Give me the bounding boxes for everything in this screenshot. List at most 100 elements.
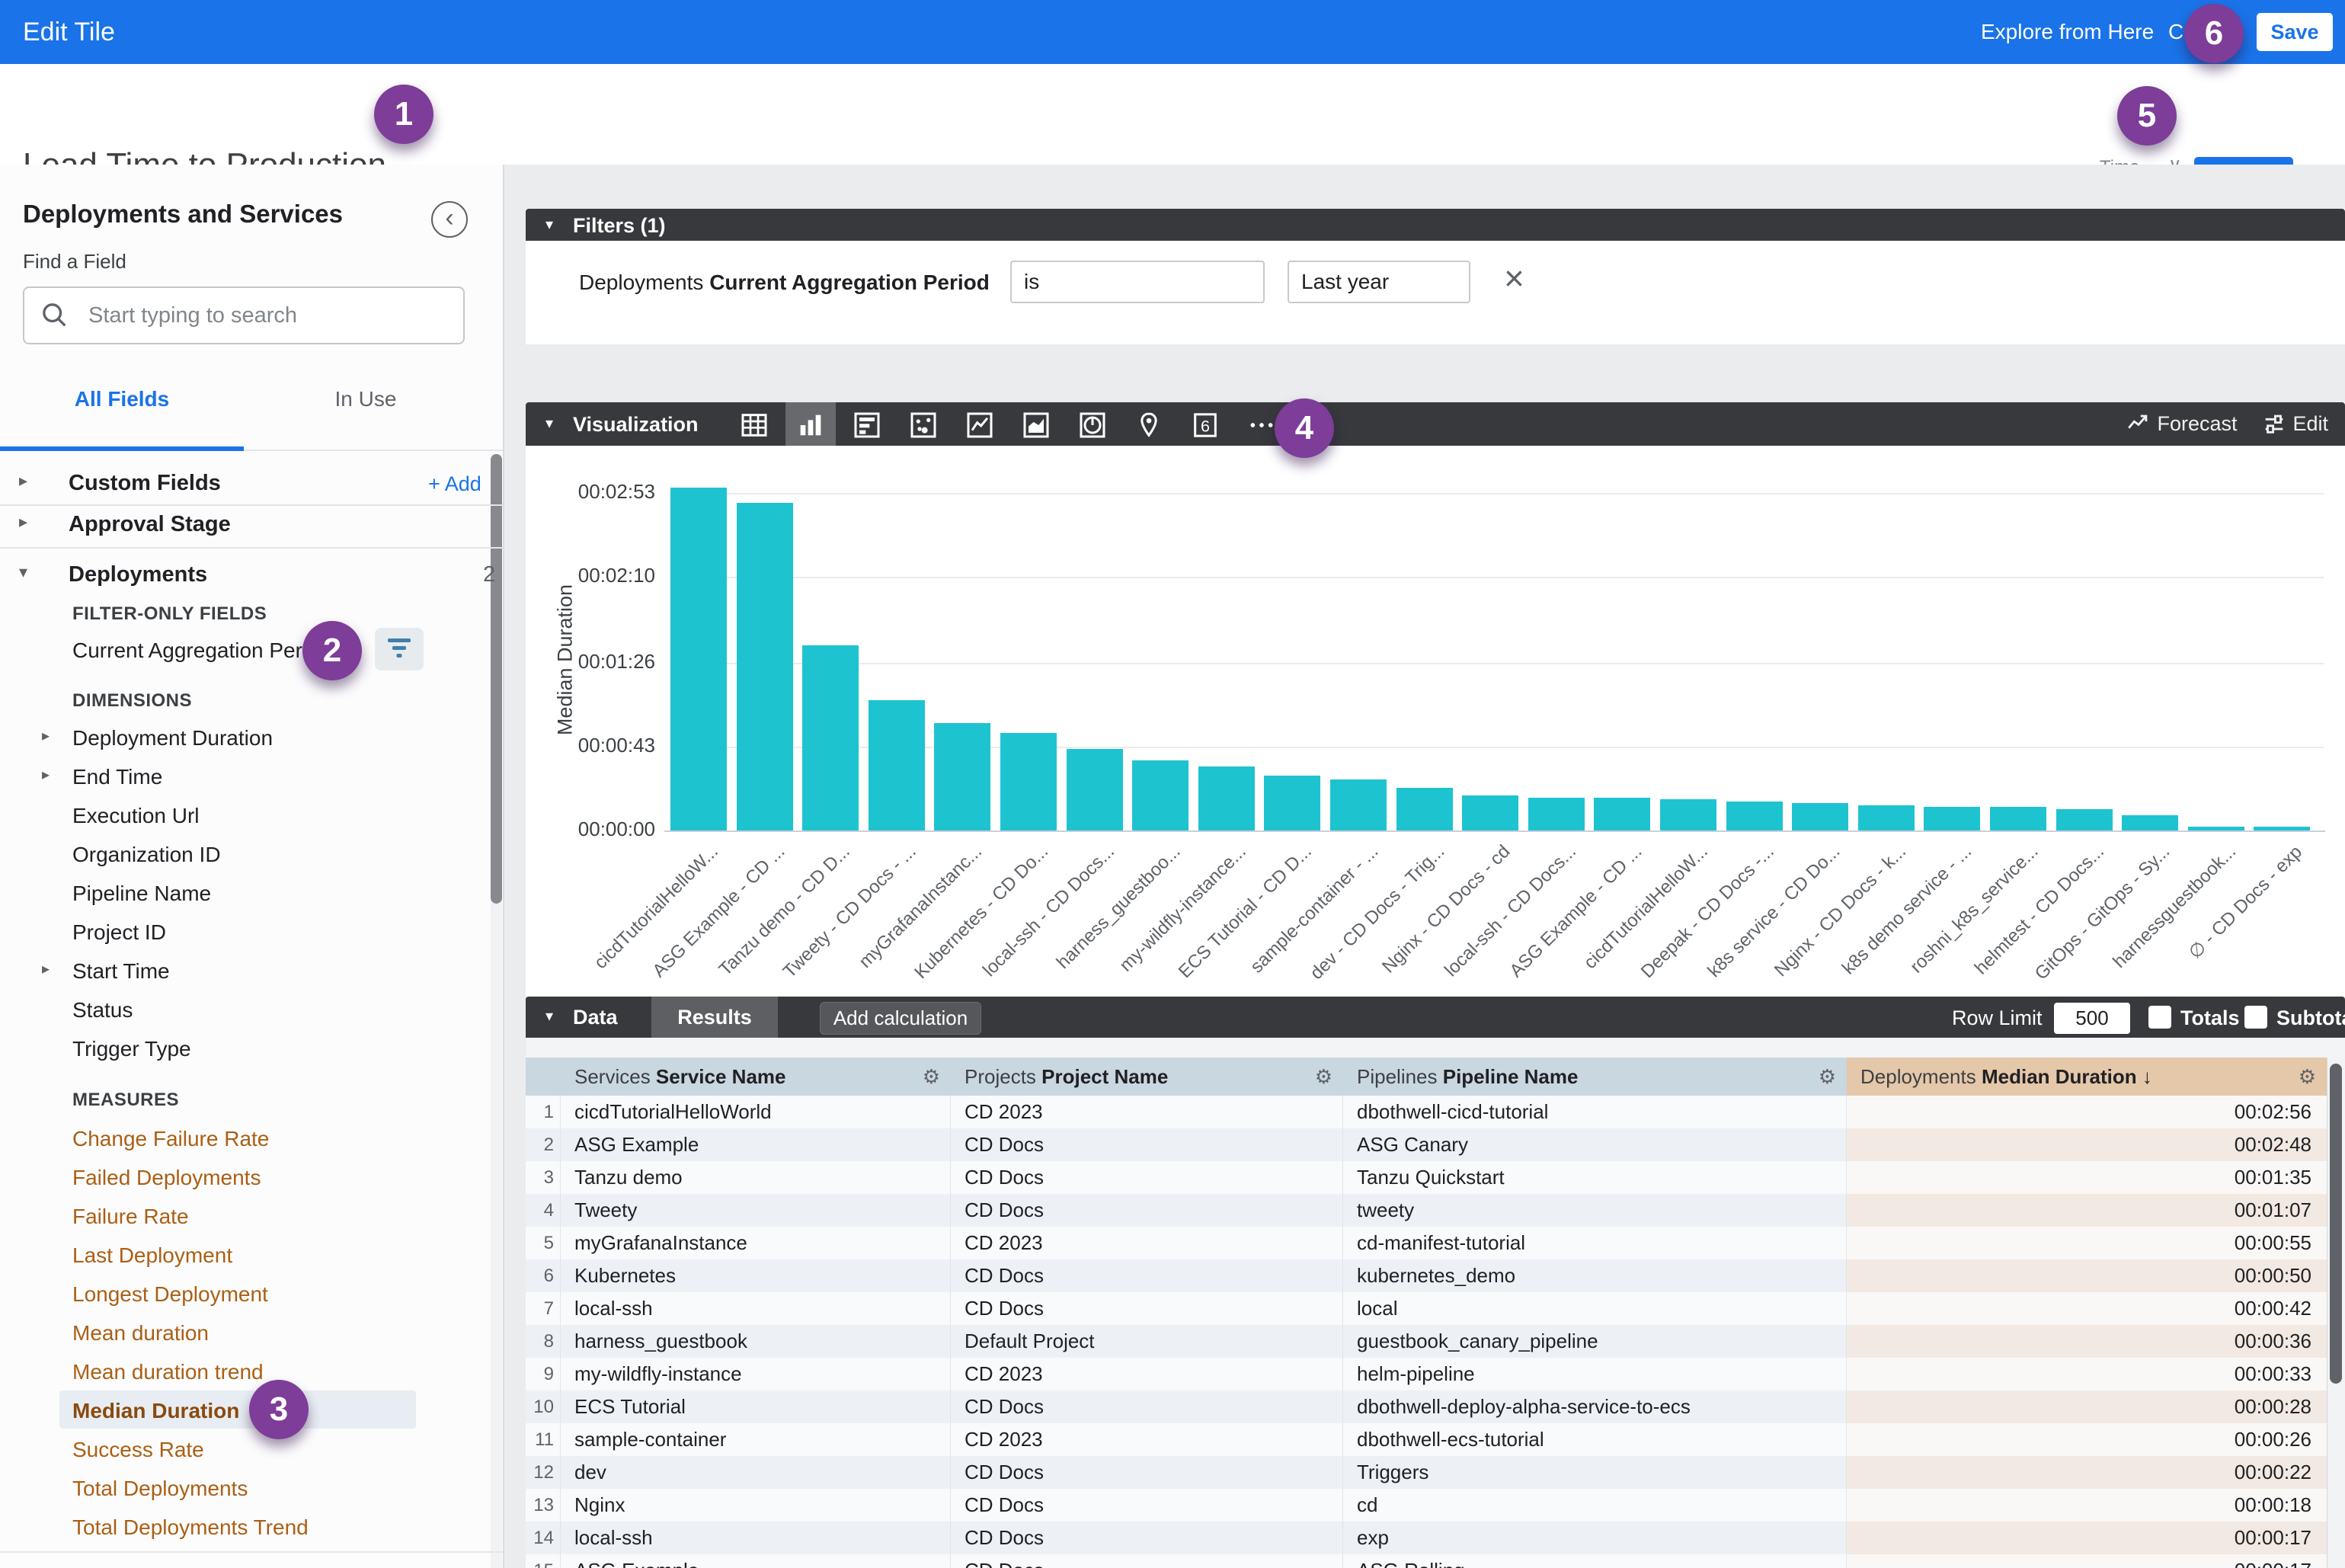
- table-cell[interactable]: Default Project: [951, 1325, 1343, 1358]
- sidebar-dimension-pipeline-name[interactable]: Pipeline Name: [72, 882, 211, 906]
- table-cell[interactable]: local-ssh: [561, 1522, 951, 1554]
- table-cell[interactable]: 00:01:35: [1847, 1161, 2327, 1194]
- tab-results[interactable]: Results: [651, 997, 778, 1038]
- sidebar-measure-total-deployments[interactable]: Total Deployments: [72, 1477, 248, 1501]
- chart-bar[interactable]: [1462, 795, 1518, 830]
- sidebar-measure-failed-deployments[interactable]: Failed Deployments: [72, 1166, 261, 1190]
- chart-bar[interactable]: [1132, 760, 1188, 830]
- table-cell[interactable]: 00:00:36: [1847, 1325, 2327, 1358]
- table-cell[interactable]: 00:00:17: [1847, 1554, 2327, 1568]
- sidebar-measure-last-deployment[interactable]: Last Deployment: [72, 1243, 232, 1268]
- table-cell[interactable]: CD Docs: [951, 1489, 1343, 1522]
- row-limit-input[interactable]: [2054, 1003, 2130, 1034]
- sidebar-measure-failure-rate[interactable]: Failure Rate: [72, 1205, 189, 1229]
- table-cell[interactable]: Nginx: [561, 1489, 951, 1522]
- chart-bar[interactable]: [1330, 779, 1387, 830]
- filter-operator-input[interactable]: [1010, 261, 1265, 303]
- table-cell[interactable]: 00:00:28: [1847, 1390, 2327, 1423]
- chart-bar[interactable]: [2122, 815, 2178, 830]
- sidebar-measure-change-failure-rate[interactable]: Change Failure Rate: [72, 1127, 269, 1151]
- search-input[interactable]: [23, 286, 465, 344]
- sidebar-dimension-trigger-type[interactable]: Trigger Type: [72, 1037, 191, 1061]
- table-cell[interactable]: sample-container: [561, 1423, 951, 1456]
- table-cell[interactable]: CD 2023: [951, 1227, 1343, 1259]
- column-header-project-name[interactable]: Projects Project Name⚙: [951, 1058, 1343, 1096]
- tab-in-use[interactable]: In Use: [244, 387, 488, 411]
- chart-bar[interactable]: [1858, 805, 1915, 830]
- sidebar-measure-mean-duration-trend[interactable]: Mean duration trend: [72, 1360, 264, 1384]
- chart-bar[interactable]: [1264, 776, 1320, 830]
- chart-bar[interactable]: [1396, 788, 1453, 830]
- sidebar-dimension-deployment-duration[interactable]: Deployment Duration: [72, 726, 273, 750]
- table-cell[interactable]: Triggers: [1343, 1456, 1847, 1489]
- column-header-index[interactable]: [526, 1058, 561, 1096]
- column-chart-icon[interactable]: [795, 410, 826, 440]
- tab-all-fields[interactable]: All Fields: [0, 387, 244, 411]
- table-cell[interactable]: Tweety: [561, 1194, 951, 1227]
- table-cell[interactable]: dbothwell-deploy-alpha-service-to-ecs: [1343, 1390, 1847, 1423]
- table-cell[interactable]: ASG Canary: [1343, 1128, 1847, 1161]
- table-cell[interactable]: my-wildfly-instance: [561, 1358, 951, 1390]
- sidebar-measure-longest-deployment[interactable]: Longest Deployment: [72, 1282, 268, 1307]
- table-cell[interactable]: local-ssh: [561, 1292, 951, 1325]
- table-cell[interactable]: 00:00:18: [1847, 1489, 2327, 1522]
- sidebar-scrollbar-thumb[interactable]: [491, 454, 502, 904]
- table-cell[interactable]: CD Docs: [951, 1390, 1343, 1423]
- table-cell[interactable]: dbothwell-cicd-tutorial: [1343, 1096, 1847, 1128]
- table-cell[interactable]: 00:00:17: [1847, 1522, 2327, 1554]
- area-chart-icon[interactable]: [1021, 410, 1051, 440]
- table-cell[interactable]: 00:02:56: [1847, 1096, 2327, 1128]
- table-scrollbar-thumb[interactable]: [2330, 1064, 2342, 1384]
- pie-chart-icon[interactable]: [1077, 410, 1108, 440]
- column-header-median-duration[interactable]: Deployments Median Duration ↓⚙: [1847, 1058, 2327, 1096]
- sidebar-dimension-start-time[interactable]: Start Time: [72, 959, 170, 984]
- chart-bar[interactable]: [2188, 827, 2244, 830]
- table-cell[interactable]: CD Docs: [951, 1292, 1343, 1325]
- chart-bar[interactable]: [2254, 827, 2310, 830]
- chart-bar[interactable]: [670, 488, 727, 830]
- table-cell[interactable]: ASG Example: [561, 1128, 951, 1161]
- sidebar-measure-success-rate[interactable]: Success Rate: [72, 1438, 204, 1462]
- gear-icon[interactable]: ⚙: [923, 1058, 940, 1096]
- sidebar-group-custom-fields[interactable]: Custom Fields: [69, 471, 221, 496]
- table-cell[interactable]: cd: [1343, 1489, 1847, 1522]
- totals-checkbox[interactable]: [2148, 1006, 2171, 1029]
- sidebar-group-deployments[interactable]: Deployments: [69, 562, 207, 587]
- sidebar-measure-median-duration[interactable]: Median Duration: [72, 1399, 239, 1423]
- filters-section-bar[interactable]: ▾ Filters (1) Custom Filter: [526, 209, 2345, 241]
- chart-bar[interactable]: [1792, 803, 1848, 830]
- column-header-service-name[interactable]: Services Service Name⚙: [561, 1058, 951, 1096]
- table-cell[interactable]: ECS Tutorial: [561, 1390, 951, 1423]
- chart-bar[interactable]: [1000, 733, 1057, 830]
- table-cell[interactable]: CD Docs: [951, 1522, 1343, 1554]
- add-custom-field-button[interactable]: + Add: [428, 472, 481, 496]
- table-cell[interactable]: ASG Rolling: [1343, 1554, 1847, 1568]
- table-icon[interactable]: [739, 410, 769, 440]
- gear-icon[interactable]: ⚙: [1819, 1058, 1836, 1096]
- table-cell[interactable]: 00:01:07: [1847, 1194, 2327, 1227]
- table-cell[interactable]: CD Docs: [951, 1194, 1343, 1227]
- chart-bar[interactable]: [2056, 809, 2113, 830]
- chart-bar[interactable]: [802, 645, 859, 830]
- add-calculation-button[interactable]: Add calculation: [820, 1002, 981, 1035]
- table-cell[interactable]: local: [1343, 1292, 1847, 1325]
- scatter-chart-icon[interactable]: [908, 410, 939, 440]
- table-cell[interactable]: helm-pipeline: [1343, 1358, 1847, 1390]
- table-cell[interactable]: Tanzu Quickstart: [1343, 1161, 1847, 1194]
- line-chart-icon[interactable]: [965, 410, 995, 440]
- filter-field-button[interactable]: [375, 628, 424, 670]
- single-value-icon[interactable]: 6: [1190, 410, 1220, 440]
- sidebar-dimension-execution-url[interactable]: Execution Url: [72, 804, 200, 828]
- gear-icon[interactable]: ⚙: [1315, 1058, 1332, 1096]
- sidebar-measure-mean-duration[interactable]: Mean duration: [72, 1321, 209, 1346]
- filter-value-input[interactable]: [1288, 261, 1470, 303]
- sidebar-dimension-status[interactable]: Status: [72, 998, 133, 1022]
- table-cell[interactable]: dbothwell-ecs-tutorial: [1343, 1423, 1847, 1456]
- sidebar-measure-total-deployments-trend[interactable]: Total Deployments Trend: [72, 1515, 309, 1540]
- table-cell[interactable]: tweety: [1343, 1194, 1847, 1227]
- table-cell[interactable]: CD Docs: [951, 1128, 1343, 1161]
- chart-bar[interactable]: [1924, 807, 1980, 830]
- table-cell[interactable]: 00:00:26: [1847, 1423, 2327, 1456]
- table-cell[interactable]: exp: [1343, 1522, 1847, 1554]
- table-cell[interactable]: CD 2023: [951, 1096, 1343, 1128]
